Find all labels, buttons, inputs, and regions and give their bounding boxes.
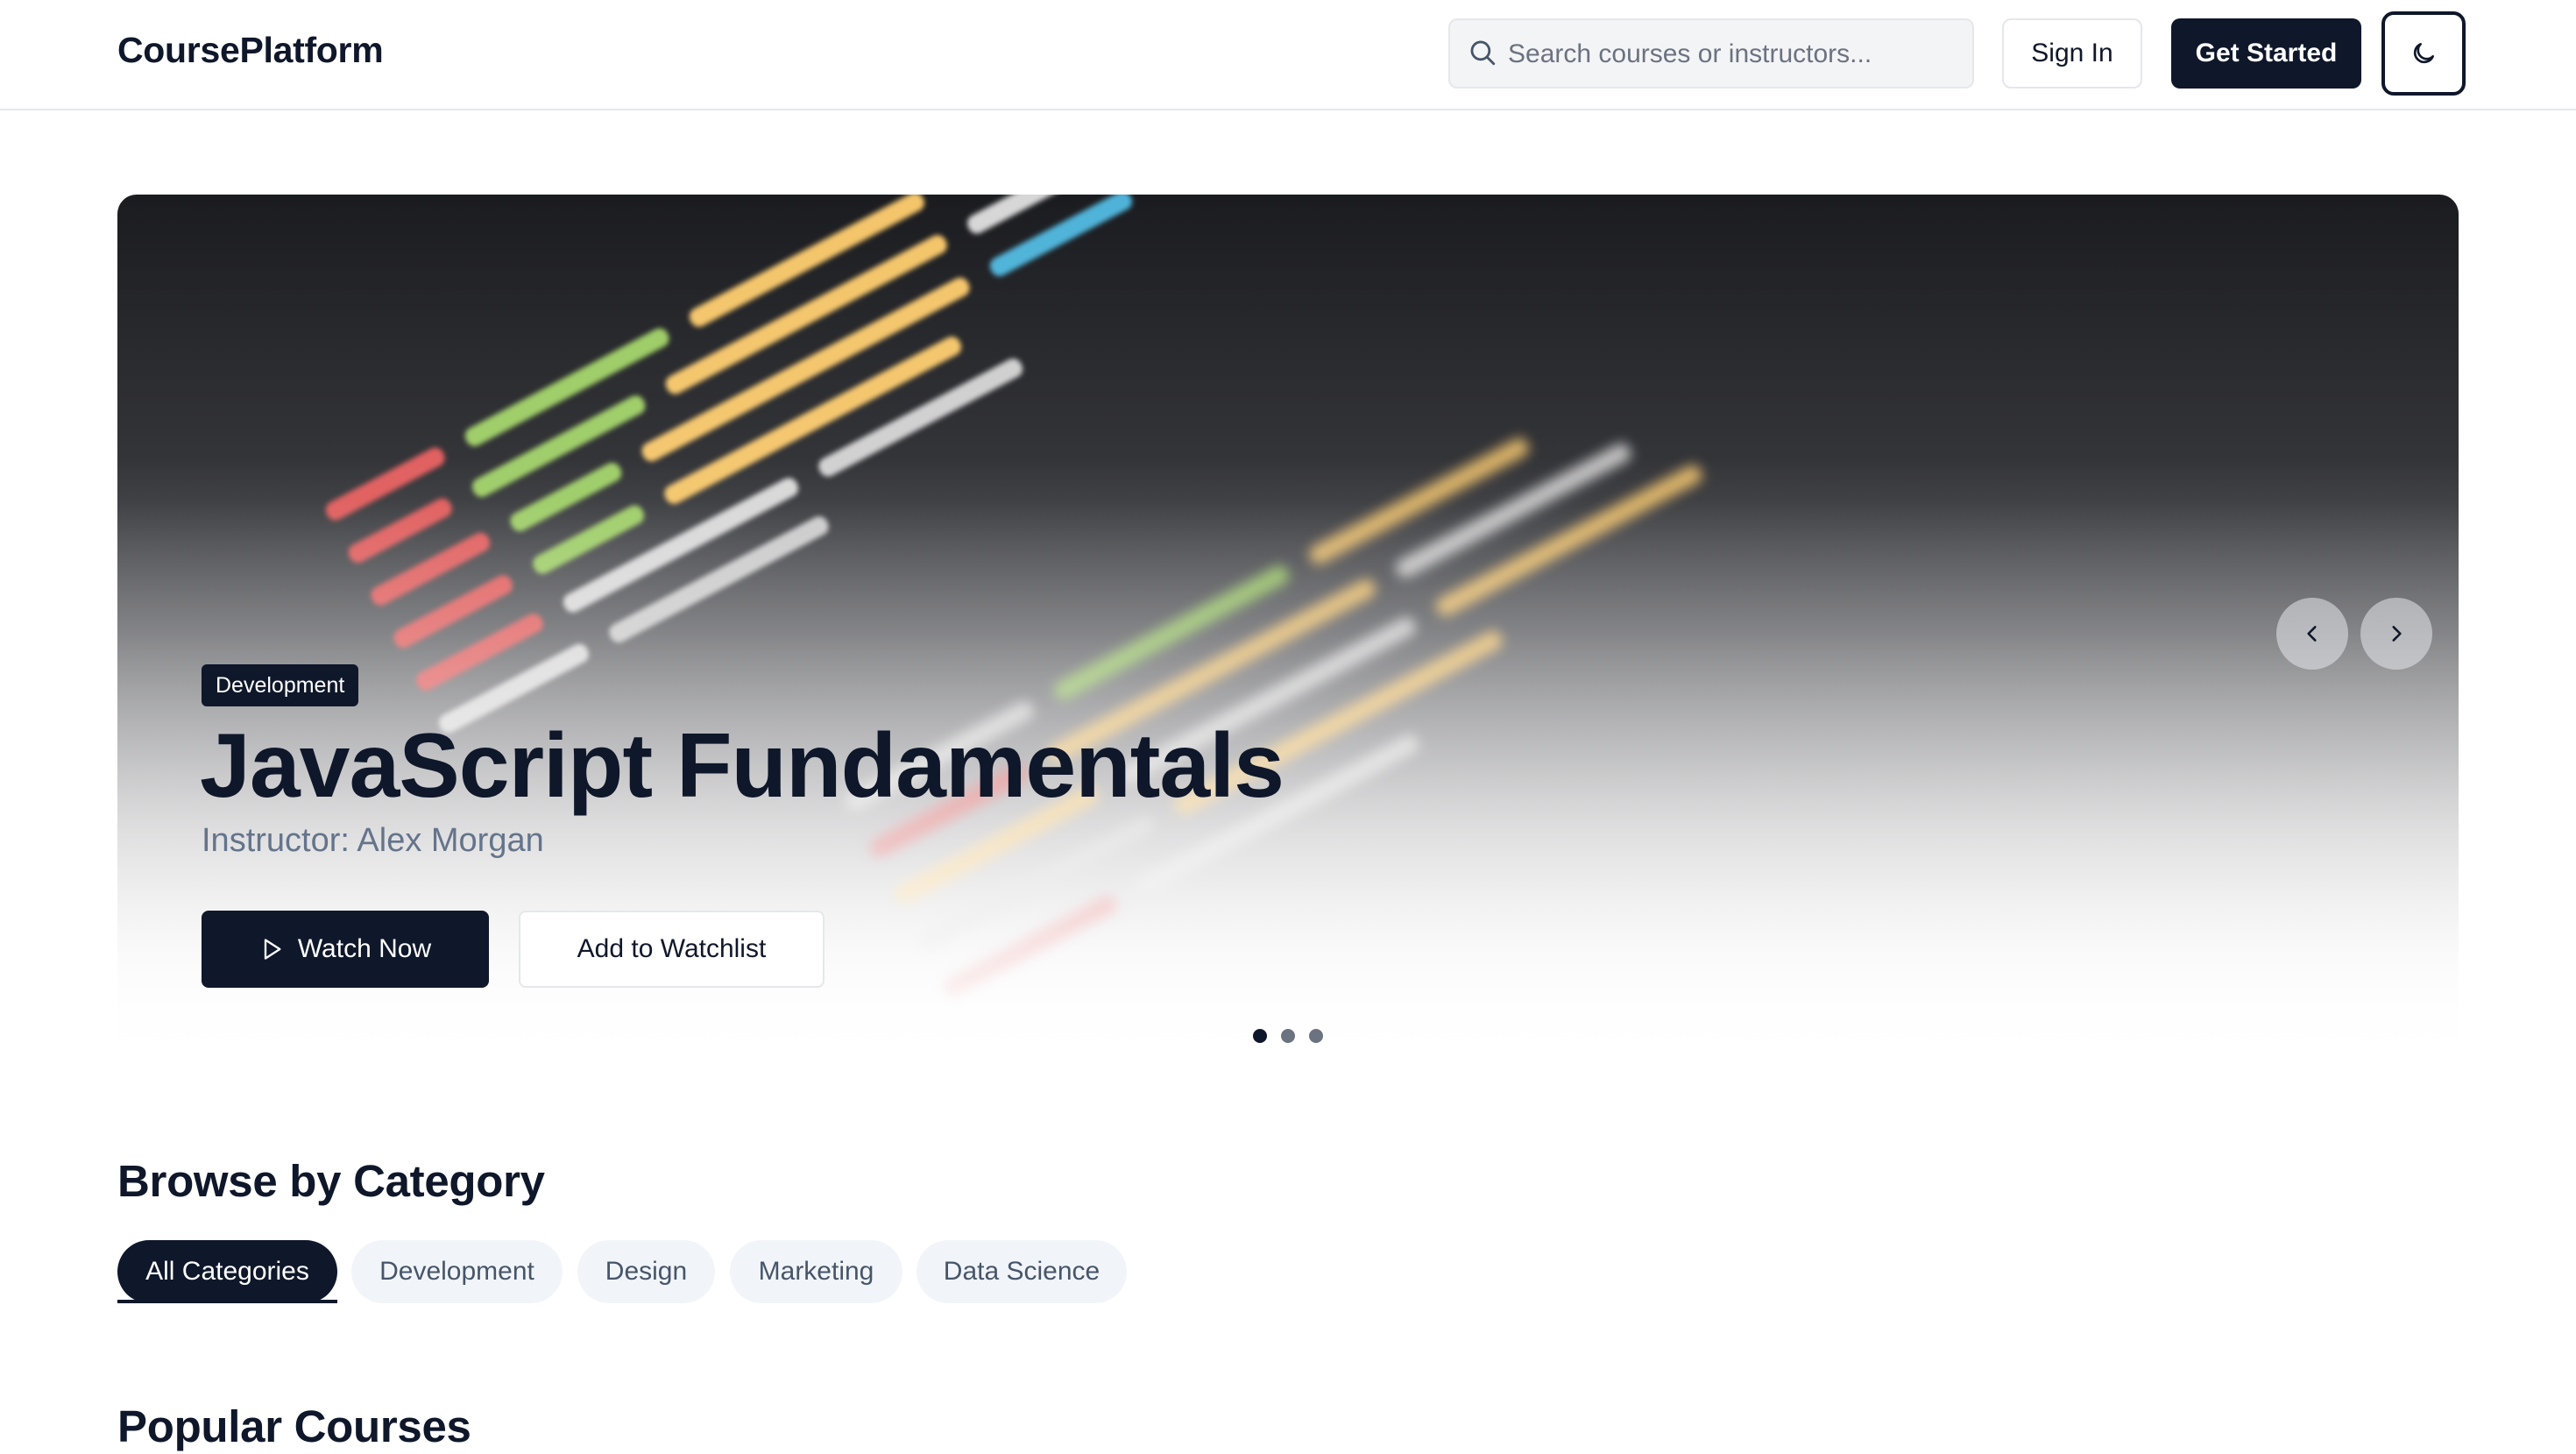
watch-now-button[interactable]: Watch Now (202, 911, 489, 988)
hero-carousel: Development JavaScript Fundamentals Inst… (117, 195, 2459, 1069)
get-started-button[interactable]: Get Started (2171, 18, 2361, 89)
carousel-next-button[interactable] (2360, 598, 2432, 670)
top-nav: CoursePlatform Sign In Get Started (0, 0, 2576, 110)
carousel-dot-3[interactable] (1309, 1029, 1323, 1043)
add-to-watchlist-button[interactable]: Add to Watchlist (519, 911, 824, 988)
sign-in-button[interactable]: Sign In (2002, 18, 2142, 89)
category-chip-data-science[interactable]: Data Science (916, 1240, 1127, 1303)
popular-courses-heading: Popular Courses (117, 1401, 471, 1451)
category-chip-design[interactable]: Design (577, 1240, 715, 1303)
search-box[interactable] (1448, 18, 1974, 89)
search-icon (1470, 40, 1496, 66)
category-chip-development[interactable]: Development (351, 1240, 563, 1303)
category-chip-marketing[interactable]: Marketing (730, 1240, 902, 1303)
carousel-dot-1[interactable] (1253, 1029, 1267, 1043)
carousel-prev-button[interactable] (2276, 598, 2348, 670)
watch-now-label: Watch Now (297, 934, 432, 963)
browse-category-heading: Browse by Category (117, 1156, 545, 1206)
category-badge: Development (202, 664, 359, 706)
hero-instructor: Instructor: Alex Morgan (202, 822, 544, 859)
site-logo[interactable]: CoursePlatform (117, 30, 384, 71)
hero-title: JavaScript Fundamentals (200, 715, 1284, 817)
theme-toggle-button[interactable] (2381, 11, 2466, 96)
play-icon (264, 939, 281, 960)
category-chip-all[interactable]: All Categories (117, 1240, 337, 1303)
carousel-dot-2[interactable] (1281, 1029, 1295, 1043)
search-input[interactable] (1506, 20, 1965, 89)
active-chip-underline (117, 1300, 337, 1303)
moon-icon (2413, 43, 2434, 64)
chevron-right-icon (2392, 626, 2402, 642)
chevron-left-icon (2307, 626, 2317, 642)
